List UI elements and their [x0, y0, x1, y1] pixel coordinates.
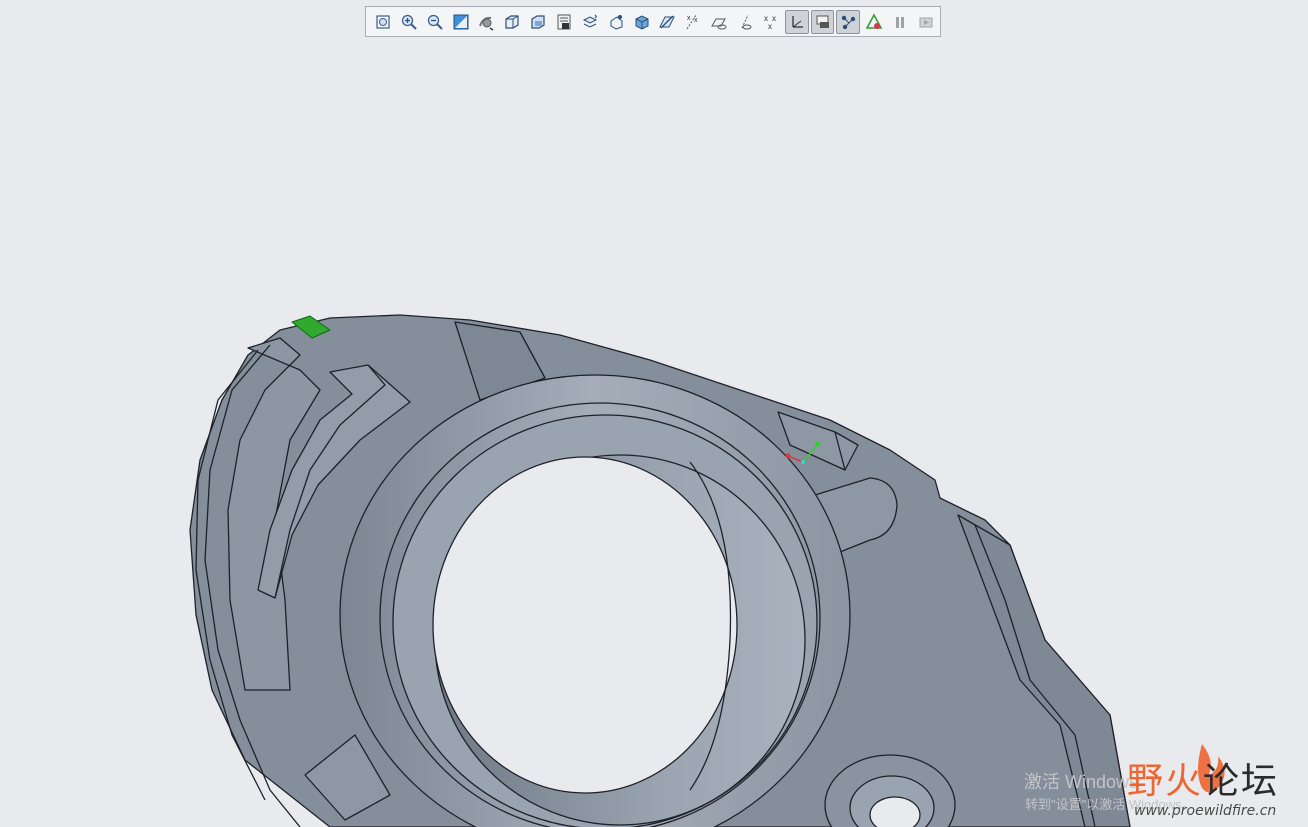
next-icon: [919, 17, 933, 27]
forum-name-fire: 野火: [1127, 761, 1204, 802]
zoom-out-button[interactable]: [423, 10, 447, 34]
saved-orientations-button[interactable]: [500, 10, 524, 34]
view-manager-button[interactable]: [526, 10, 550, 34]
view-manager-icon: [531, 14, 545, 29]
pause-button[interactable]: [888, 10, 912, 34]
annotation-display-icon: [816, 15, 829, 28]
3d-viewport[interactable]: [0, 0, 1308, 827]
datum-plane-display-button[interactable]: [707, 10, 731, 34]
forum-name-rest: 论坛: [1203, 761, 1280, 802]
spin-center-button[interactable]: [474, 10, 498, 34]
zoom-out-icon: [427, 14, 443, 30]
appearance-icon: [610, 14, 623, 30]
graphics-toolbar: xxxxx: [365, 6, 941, 37]
annotation-display-button[interactable]: [810, 9, 835, 34]
appearance-button[interactable]: [604, 10, 628, 34]
simulation-button[interactable]: [862, 10, 886, 34]
csys-display-icon: [792, 15, 803, 28]
svg-text:x: x: [694, 17, 698, 24]
display-style-icon: [557, 14, 571, 29]
forum-name: 野火论坛: [1127, 762, 1279, 802]
section-icon: [635, 14, 649, 30]
datum-axis-display-icon: [741, 14, 752, 29]
spin-center-icon: [479, 16, 494, 31]
svg-text:x: x: [768, 22, 772, 31]
repaint-button[interactable]: [449, 10, 473, 34]
simulation-icon: [865, 12, 883, 29]
datum-point-display-button[interactable]: xxx: [759, 10, 783, 34]
next-button[interactable]: [914, 10, 938, 34]
spin-center-display-button[interactable]: [836, 9, 861, 34]
repaint-icon: [453, 14, 468, 29]
saved-orientations-icon: [505, 14, 519, 29]
part-model[interactable]: [189, 314, 1131, 827]
layers-icon: [582, 14, 598, 28]
display-style-button[interactable]: [552, 10, 576, 34]
csys-display-button[interactable]: [784, 9, 809, 34]
datum-planes-button[interactable]: [655, 10, 679, 34]
datum-planes-icon: [659, 15, 676, 28]
datum-axes-button[interactable]: xx: [681, 10, 705, 34]
zoom-in-icon: [401, 14, 417, 30]
pause-icon: [896, 16, 905, 28]
datum-axes-icon: xx: [686, 14, 698, 29]
datum-plane-display-icon: [711, 18, 727, 29]
section-button[interactable]: [630, 10, 654, 34]
bore-opening: [432, 456, 738, 794]
svg-text:x: x: [687, 15, 691, 22]
zoom-in-button[interactable]: [397, 10, 421, 34]
datum-axis-display-button[interactable]: [733, 10, 757, 34]
refit-button[interactable]: [371, 10, 395, 34]
layers-button[interactable]: [578, 10, 602, 34]
forum-url: www.proewildfire.cn: [1134, 803, 1277, 819]
refit-icon: [376, 14, 390, 29]
spin-center-display-icon: [842, 15, 856, 29]
datum-point-display-icon: x xx: [764, 14, 776, 31]
svg-text:x: x: [772, 14, 776, 23]
activate-windows-text: 激活 Windows: [1024, 772, 1139, 792]
